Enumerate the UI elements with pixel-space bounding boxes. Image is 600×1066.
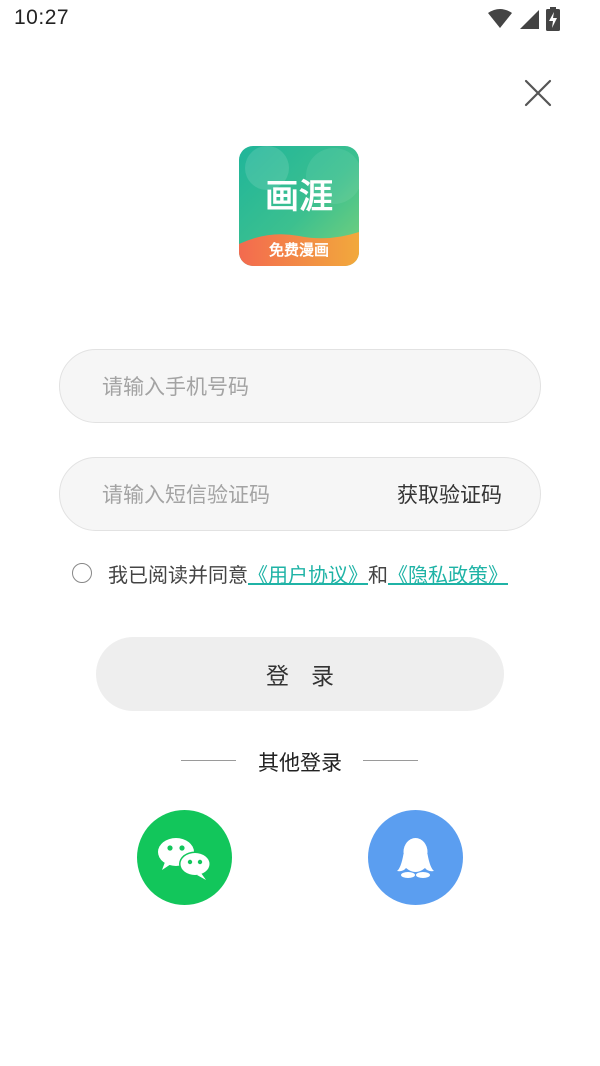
signal-icon xyxy=(520,10,539,29)
close-icon xyxy=(524,79,552,107)
wifi-icon xyxy=(488,9,512,28)
get-code-button[interactable]: 获取验证码 xyxy=(397,458,502,532)
agreement-prefix: 我已阅读并同意 xyxy=(108,562,248,587)
agreement-row: 我已阅读并同意 《用户协议》 和 《隐私政策》 xyxy=(72,559,508,588)
sms-code-input[interactable] xyxy=(100,458,404,532)
status-icons xyxy=(488,7,560,31)
agreement-conjunction: 和 xyxy=(368,562,388,587)
divider-line-right xyxy=(363,760,418,761)
logo-title: 画涯 xyxy=(265,177,333,217)
logo-subtitle: 免费漫画 xyxy=(269,241,329,259)
sms-code-field: 获取验证码 xyxy=(59,457,541,532)
login-button[interactable]: 登录 xyxy=(96,637,504,711)
wechat-login-button[interactable] xyxy=(137,810,232,905)
qq-icon xyxy=(397,838,434,878)
wechat-icon xyxy=(158,838,211,880)
status-time: 10:27 xyxy=(14,6,70,29)
other-login-label: 其他登录 xyxy=(258,751,342,775)
other-login-divider: 其他登录 xyxy=(0,745,600,777)
phone-input[interactable] xyxy=(100,350,404,424)
app-logo: 画涯 免费漫画 xyxy=(239,146,359,266)
close-button[interactable] xyxy=(524,79,552,107)
phone-field xyxy=(59,349,541,424)
privacy-policy-link[interactable]: 《隐私政策》 xyxy=(388,559,508,588)
agreement-checkbox[interactable] xyxy=(72,563,92,583)
battery-charging-icon xyxy=(546,7,560,31)
login-screen: 10:27 画涯 免费漫画 请输入手机号码 请输入短信验证码 获取验证码 我已阅… xyxy=(0,0,600,1066)
user-agreement-link[interactable]: 《用户协议》 xyxy=(248,559,368,588)
qq-login-button[interactable] xyxy=(368,810,463,905)
